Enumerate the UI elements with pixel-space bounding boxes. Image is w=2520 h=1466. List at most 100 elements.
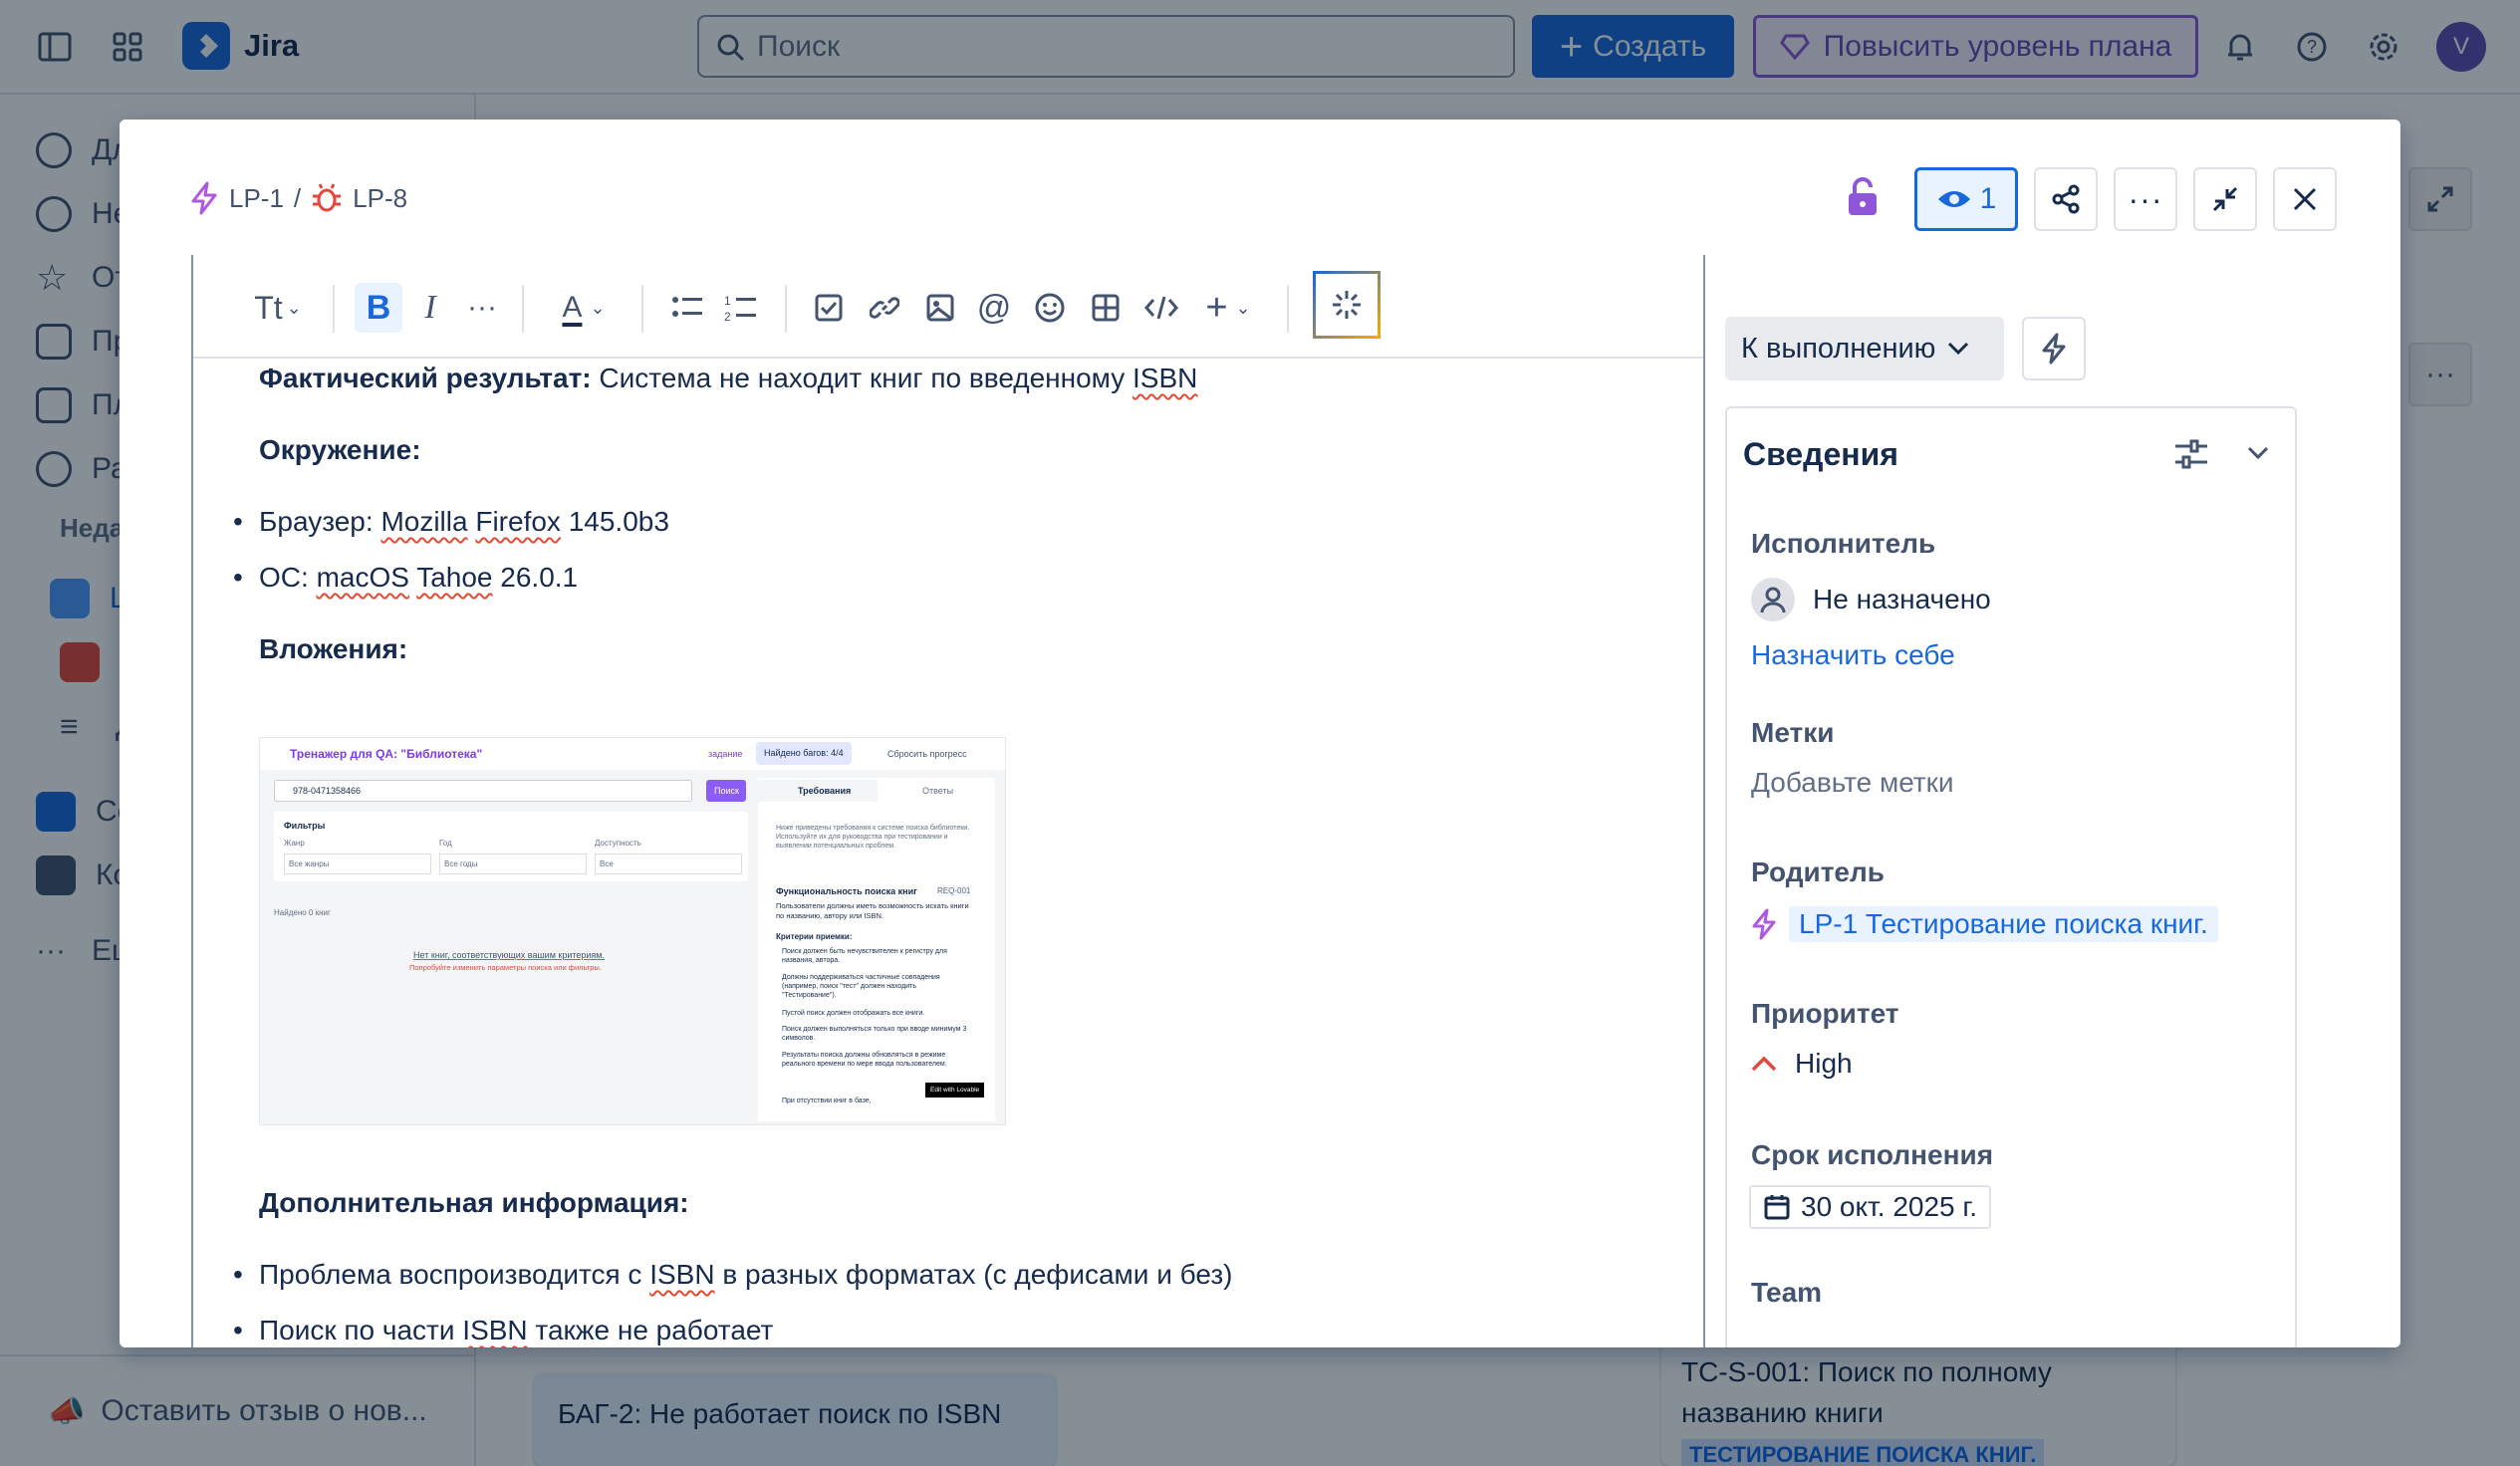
priority-label: Приоритет xyxy=(1751,998,1899,1029)
labels-field[interactable]: Добавьте метки xyxy=(1751,767,1954,799)
status-dropdown[interactable]: К выполнению xyxy=(1725,317,2004,380)
image-icon xyxy=(926,294,954,322)
screenshot-year-select: Все годы xyxy=(439,854,587,875)
link-icon xyxy=(870,297,899,319)
configure-fields-icon[interactable] xyxy=(2173,438,2209,475)
details-section: Сведения Исполнитель Не назначено Назнач… xyxy=(1725,406,2297,1347)
collapse-button[interactable] xyxy=(2193,167,2257,231)
chevron-down-icon[interactable] xyxy=(2247,446,2269,465)
screenshot-tab-req: Требования xyxy=(758,780,878,802)
more-formatting-button[interactable]: ··· xyxy=(458,283,506,333)
attachment-screenshot[interactable]: Тренажер для QA: "Библиотека" задание На… xyxy=(259,737,1006,1125)
bullet-list-button[interactable] xyxy=(663,283,711,333)
text-style-button[interactable]: Tt ⌄ xyxy=(243,283,313,333)
link-button[interactable] xyxy=(861,283,908,333)
bug-icon xyxy=(313,183,342,212)
more-actions-button[interactable]: ··· xyxy=(2114,167,2177,231)
priority-field[interactable]: High xyxy=(1751,1048,1853,1080)
parent-field[interactable]: LP-1 Тестирование поиска книг. xyxy=(1751,906,2218,942)
mention-button[interactable]: @ xyxy=(970,283,1018,333)
more-dots-icon: ··· xyxy=(467,291,497,324)
bullet-list-icon xyxy=(672,297,702,317)
extra-2-suffix: также не работает xyxy=(527,1315,774,1345)
os-version: 26.0.1 xyxy=(492,562,579,593)
close-button[interactable] xyxy=(2273,167,2337,231)
details-title: Сведения xyxy=(1743,436,1898,472)
browser-mozilla: Mozilla xyxy=(380,506,468,537)
browser-version: 145.0b3 xyxy=(560,506,669,537)
checkbox-button[interactable] xyxy=(805,283,853,333)
minimize-icon xyxy=(2212,186,2238,212)
user-icon xyxy=(1760,587,1786,613)
os-tahoe: Tahoe xyxy=(416,562,493,593)
screenshot-no-books: Нет книг, соответствующих вашим критерия… xyxy=(413,950,605,960)
screenshot-criterion: Поиск должен выполняться только при ввод… xyxy=(782,1026,967,1043)
numbered-list-button[interactable]: 12 xyxy=(717,283,765,333)
toolbar-divider xyxy=(785,285,787,333)
checkbox-icon xyxy=(815,294,843,322)
screenshot-search: 978-0471358466 xyxy=(274,780,692,802)
description-editor[interactable]: Tt ⌄ B I ··· A ⌄ 12 @ + ⌄ Фактический ре… xyxy=(191,255,1705,1347)
screenshot-task-link: задание xyxy=(708,749,743,759)
extra-1-suffix: в разных форматах (с дефисами и без) xyxy=(714,1259,1233,1290)
emoji-button[interactable] xyxy=(1026,283,1074,333)
text-color-button[interactable]: A ⌄ xyxy=(548,283,620,333)
env-heading: Окружение: xyxy=(259,430,421,469)
team-label: Team xyxy=(1751,1277,1823,1308)
watch-count: 1 xyxy=(1979,182,1997,215)
epic-lightning-icon xyxy=(1752,908,1776,940)
extra-2-prefix: Поиск по части xyxy=(259,1315,463,1345)
env-heading-text: Окружение: xyxy=(259,434,421,465)
user-placeholder-avatar xyxy=(1751,578,1795,621)
screenshot-tab-ans: Ответы xyxy=(922,786,954,796)
assign-to-me-link[interactable]: Назначить себе xyxy=(1751,639,1955,671)
italic-icon: I xyxy=(424,289,436,326)
ai-assist-button[interactable] xyxy=(1313,271,1381,339)
parent-value[interactable]: LP-1 Тестирование поиска книг. xyxy=(1789,906,2218,942)
toolbar-divider xyxy=(522,285,524,333)
bold-button[interactable]: B xyxy=(355,283,402,333)
list-item: Браузер: Mozilla Firefox 145.0b3 xyxy=(233,502,669,541)
text-color-icon: A xyxy=(562,291,583,324)
due-date-field[interactable]: 30 окт. 2025 г. xyxy=(1749,1185,1991,1229)
screenshot-year: Год xyxy=(439,839,452,848)
actual-result-label: Фактический результат: xyxy=(259,363,592,393)
screenshot-criteria: Критерии приемки: xyxy=(776,932,853,941)
table-button[interactable] xyxy=(1082,283,1130,333)
screenshot-criterion: При отсутствии книг в базе, xyxy=(782,1098,872,1104)
screenshot-criterion: Результаты поиска должны обновляться в р… xyxy=(782,1052,947,1069)
share-button[interactable] xyxy=(2034,167,2098,231)
labels-label: Метки xyxy=(1751,717,1835,748)
close-icon xyxy=(2293,187,2317,211)
due-date-box[interactable]: 30 окт. 2025 г. xyxy=(1749,1185,1991,1229)
screenshot-req-id: REQ-001 xyxy=(937,885,971,897)
screenshot-search-button: Поиск xyxy=(706,780,746,802)
watch-button[interactable]: 1 xyxy=(1914,167,2018,231)
list-item: ОС: macOS Tahoe 26.0.1 xyxy=(233,558,579,597)
screenshot-try-change: Попробуйте изменить параметры поиска или… xyxy=(409,963,602,972)
os-macos: macOS xyxy=(316,562,409,593)
italic-button[interactable]: I xyxy=(406,283,454,333)
screenshot-title: Тренажер для QA: "Библиотека" xyxy=(290,747,483,761)
breadcrumb-separator: / xyxy=(293,182,302,213)
screenshot-criterion: Должны поддерживаться частичные совпаден… xyxy=(782,974,940,1000)
issue-details-panel: К выполнению Сведения Исполнитель Не наз… xyxy=(1725,255,2343,1347)
screenshot-lovable-badge: Edit with Lovable xyxy=(925,1083,985,1099)
lock-icon[interactable] xyxy=(1845,177,1889,221)
svg-text:1: 1 xyxy=(724,294,731,308)
bold-icon: B xyxy=(366,288,391,327)
screenshot-availability: Доступность xyxy=(595,839,641,848)
breadcrumb-current[interactable]: LP-8 xyxy=(311,182,407,214)
share-icon xyxy=(2052,184,2080,214)
code-icon xyxy=(1144,296,1178,320)
calendar-icon xyxy=(1764,1195,1790,1220)
priority-high-icon xyxy=(1751,1056,1777,1072)
image-button[interactable] xyxy=(916,283,964,333)
breadcrumb-parent[interactable]: LP-1 xyxy=(189,181,284,215)
code-button[interactable] xyxy=(1137,283,1185,333)
chevron-down-icon: ⌄ xyxy=(590,297,606,318)
assignee-field[interactable]: Не назначено xyxy=(1751,578,1991,621)
automation-button[interactable] xyxy=(2022,317,2086,380)
toolbar-divider xyxy=(641,285,643,333)
insert-more-button[interactable]: + ⌄ xyxy=(1193,283,1263,333)
